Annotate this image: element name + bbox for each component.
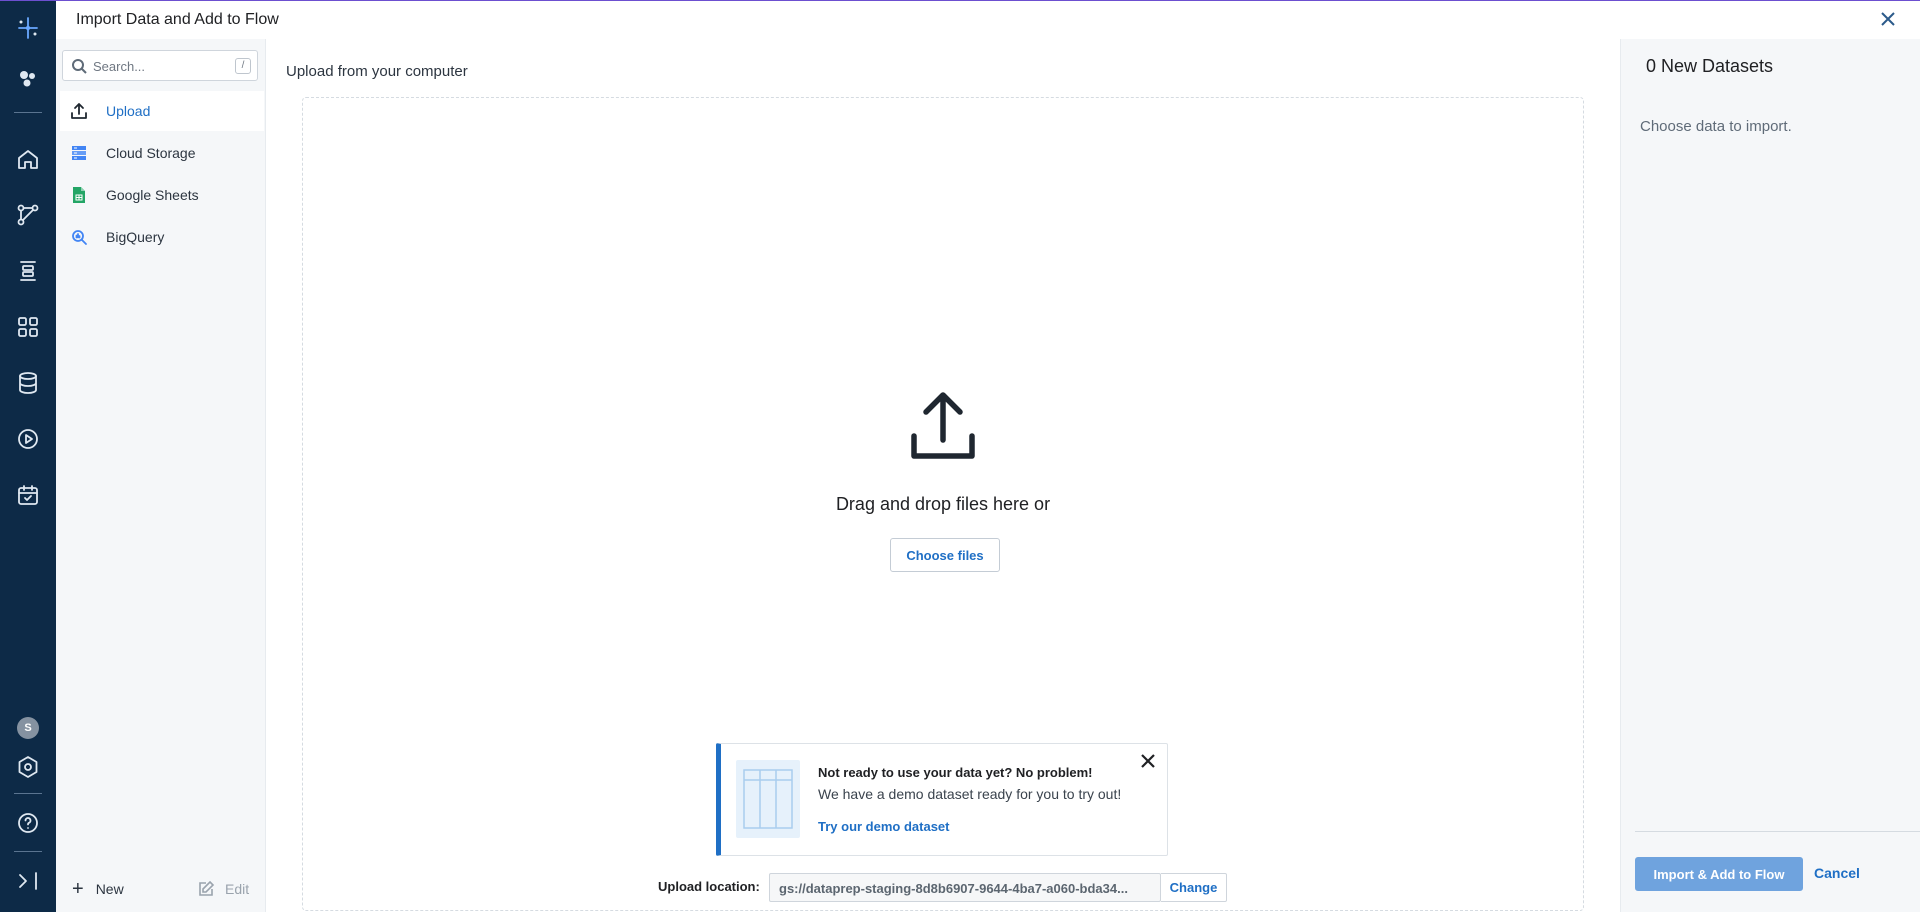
dialog-title: Import Data and Add to Flow (76, 11, 279, 28)
recipes-icon[interactable] (14, 64, 42, 92)
edit-icon (199, 880, 215, 896)
datasets-icon[interactable] (14, 369, 42, 397)
try-demo-dataset-link[interactable]: Try our demo dataset (818, 819, 949, 834)
rail-divider (14, 112, 42, 113)
bigquery-icon (70, 228, 88, 246)
search-shortcut-badge: / (235, 58, 251, 74)
cloud-storage-icon (70, 144, 88, 162)
close-icon[interactable] (1878, 9, 1898, 29)
upload-icon (904, 388, 982, 466)
left-rail: S (0, 0, 56, 912)
rail-divider (14, 793, 42, 794)
sidebar-item-label: Google Sheets (106, 187, 199, 203)
panel-divider (1635, 831, 1920, 832)
new-button[interactable]: + New (72, 878, 124, 900)
page-title: Upload from your computer (286, 63, 468, 80)
demo-title: Not ready to use your data yet? No probl… (818, 765, 1093, 780)
apps-icon[interactable] (14, 313, 42, 341)
search-box[interactable]: / (62, 50, 258, 81)
demo-table-illustration (736, 760, 800, 838)
expand-icon[interactable] (14, 867, 42, 895)
sidebar-item-bigquery[interactable]: BigQuery (60, 217, 264, 257)
help-icon[interactable] (14, 809, 42, 837)
sidebar-footer: + New Edit (56, 872, 266, 912)
plus-icon: + (72, 878, 84, 900)
new-datasets-title: 0 New Datasets (1646, 56, 1774, 76)
schedules-icon[interactable] (14, 481, 42, 509)
jobs-icon[interactable] (14, 425, 42, 453)
flows-icon[interactable] (14, 201, 42, 229)
rail-divider (14, 851, 42, 852)
empty-state-text: Choose data to import. (1640, 118, 1792, 135)
cancel-button[interactable]: Cancel (1814, 865, 1860, 881)
demo-dataset-banner: Not ready to use your data yet? No probl… (716, 743, 1168, 856)
edit-button-label: Edit (225, 881, 250, 897)
sidebar-item-label: Upload (106, 103, 151, 119)
google-sheets-icon (70, 186, 88, 204)
choose-files-button[interactable]: Choose files (890, 538, 1000, 572)
new-button-label: New (95, 881, 124, 897)
sidebar-item-upload[interactable]: Upload (60, 91, 264, 131)
new-datasets-panel: 0 New Datasets Choose data to import. Im… (1620, 39, 1920, 912)
sidebar-item-label: BigQuery (106, 229, 165, 245)
edit-button[interactable]: Edit (197, 880, 249, 898)
upload-location-label: Upload location: (658, 879, 760, 894)
close-icon[interactable] (1141, 754, 1157, 770)
change-location-button[interactable]: Change (1161, 873, 1227, 902)
upload-location-field: gs://dataprep-staging-8d8b6907-9644-4ba7… (769, 873, 1161, 902)
drag-drop-text: Drag and drop files here or (835, 494, 1051, 514)
upload-icon (70, 102, 88, 120)
source-sidebar: / Upload Cloud Storage Google Sheets Big… (56, 39, 266, 912)
import-add-to-flow-button[interactable]: Import & Add to Flow (1635, 857, 1803, 891)
search-input[interactable] (93, 55, 223, 77)
dialog-header: Import Data and Add to Flow (56, 0, 1920, 39)
settings-icon[interactable] (14, 753, 42, 781)
plans-icon[interactable] (14, 257, 42, 285)
demo-subtitle: We have a demo dataset ready for you to … (818, 786, 1122, 802)
home-icon[interactable] (14, 145, 42, 173)
flows-logo-icon[interactable] (14, 14, 42, 42)
search-icon (72, 59, 87, 74)
sidebar-item-cloud-storage[interactable]: Cloud Storage (60, 133, 264, 173)
sidebar-item-google-sheets[interactable]: Google Sheets (60, 175, 264, 215)
avatar[interactable]: S (17, 717, 39, 739)
sidebar-item-label: Cloud Storage (106, 145, 196, 161)
upload-location-value: gs://dataprep-staging-8d8b6907-9644-4ba7… (779, 881, 1128, 896)
